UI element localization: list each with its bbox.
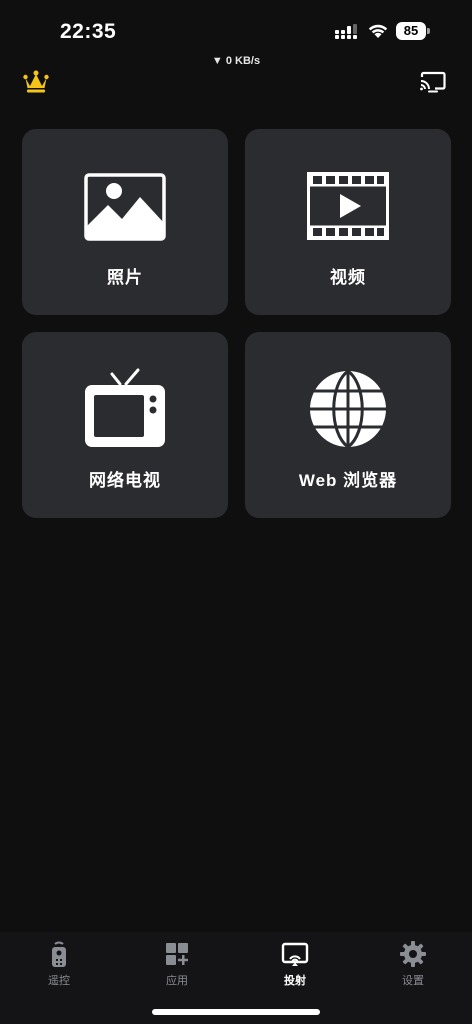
nav-item-remote[interactable]: 遥控	[0, 932, 118, 992]
nav-label: 设置	[402, 975, 424, 987]
nav-label: 遥控	[48, 975, 70, 987]
status-time: 22:35	[60, 20, 117, 43]
nav-item-settings[interactable]: 设置	[354, 932, 472, 992]
tv-icon	[85, 368, 165, 447]
video-icon	[307, 172, 389, 240]
wifi-icon	[368, 24, 388, 38]
network-speed: ▼ 0 KB/s	[211, 55, 261, 67]
battery-tip	[427, 28, 430, 34]
status-bar: 22:35 85	[0, 0, 472, 56]
signal-icon	[335, 24, 357, 39]
tile-label: 照片	[107, 268, 143, 287]
photo-icon	[84, 173, 166, 241]
tile-label: 网络电视	[89, 471, 161, 490]
nav-label: 应用	[166, 975, 188, 987]
tile-web-browser[interactable]: Web 浏览器	[245, 332, 451, 518]
tile-label: 视频	[330, 268, 366, 287]
battery-indicator: 85	[396, 22, 430, 40]
tile-label: Web 浏览器	[298, 471, 398, 490]
nav-item-cast[interactable]: 投射	[236, 932, 354, 992]
tile-videos[interactable]: 视频	[245, 129, 451, 315]
tile-network-tv[interactable]: 网络电视	[22, 332, 228, 518]
battery-level: 85	[396, 22, 426, 40]
crown-icon[interactable]	[23, 70, 49, 94]
home-indicator[interactable]	[152, 1009, 320, 1015]
tile-photos[interactable]: 照片	[22, 129, 228, 315]
remote-icon	[52, 941, 66, 967]
globe-icon	[310, 370, 386, 448]
apps-icon	[166, 943, 188, 965]
nav-label: 投射	[284, 975, 306, 987]
cast-icon[interactable]	[419, 71, 446, 93]
gear-icon	[400, 941, 426, 967]
cast-icon	[281, 942, 309, 966]
nav-item-apps[interactable]: 应用	[118, 932, 236, 992]
